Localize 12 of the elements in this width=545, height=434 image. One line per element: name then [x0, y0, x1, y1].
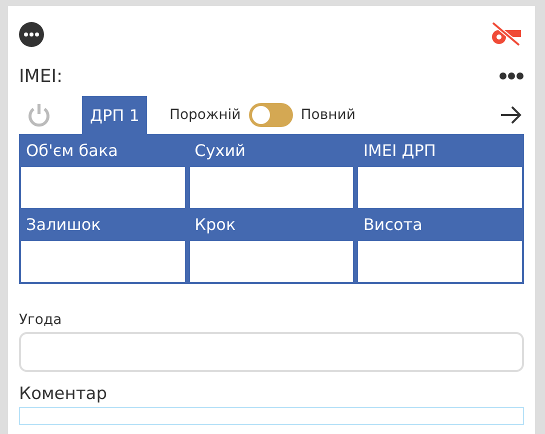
imei-label: IMEI:	[19, 66, 63, 86]
cell-label: Висота	[362, 214, 424, 236]
toggle-label: Повний	[300, 107, 356, 123]
cell-label: IMEI ДРП	[362, 140, 437, 162]
toggle-label: Порожній	[169, 107, 241, 123]
cell-label: Залишок	[25, 214, 102, 236]
cell-label: Крок	[194, 214, 237, 236]
tab[interactable]: ДРП 1	[82, 96, 148, 134]
field-label: Коментар	[19, 384, 108, 404]
cell-label: Об'єм бака	[25, 140, 119, 162]
cell-label: Сухий	[194, 140, 247, 162]
field-label: Угода	[19, 312, 63, 328]
